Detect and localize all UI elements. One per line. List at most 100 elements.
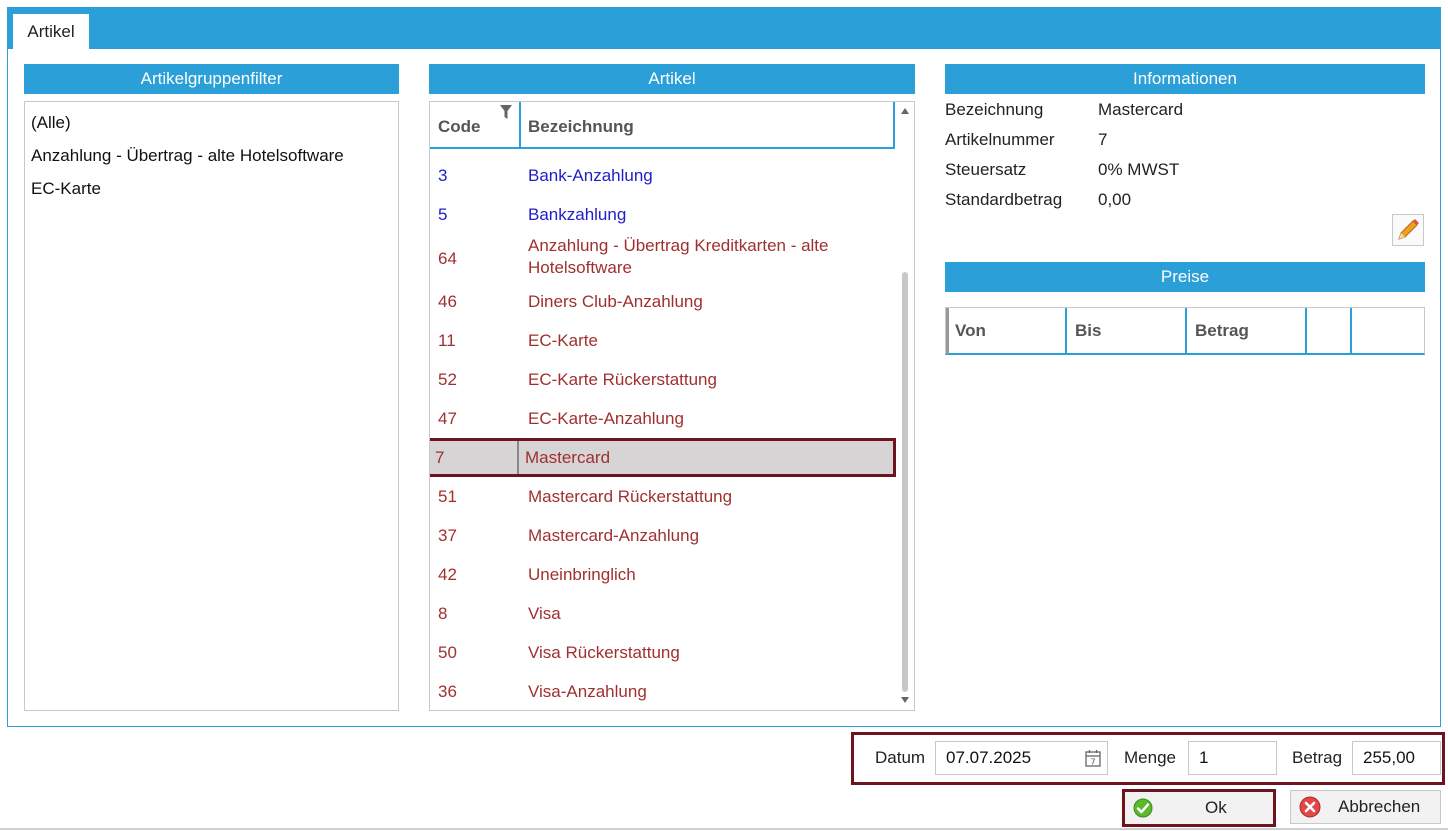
row-name: Bank-Anzahlung	[528, 166, 653, 185]
row-code: 50	[438, 643, 457, 662]
row-code: 37	[438, 526, 457, 545]
group-filter-list[interactable]: (Alle) Anzahlung - Übertrag - alte Hotel…	[24, 101, 399, 711]
row-name: Mastercard Rückerstattung	[528, 487, 733, 506]
info-value-steuersatz: 0% MWST	[1098, 160, 1180, 179]
table-row[interactable]: 52 EC-Karte Rückerstattung	[430, 360, 895, 399]
info-label-standardbetrag: Standardbetrag	[945, 190, 1063, 209]
menge-label: Menge	[1124, 748, 1176, 767]
booking-inputs: Datum 07.07.2025 7 Menge 1 Betrag 255,00	[851, 732, 1445, 785]
cancel-icon	[1299, 796, 1321, 818]
row-code: 64	[438, 249, 457, 268]
row-name: Uneinbringlich	[528, 565, 636, 584]
scroll-up-icon[interactable]	[901, 108, 909, 114]
column-header-betrag[interactable]: Betrag	[1195, 321, 1249, 341]
table-row[interactable]: 8 Visa	[430, 594, 895, 633]
table-row[interactable]: 11 EC-Karte	[430, 321, 895, 360]
prices-grid: Von Bis Betrag	[945, 307, 1425, 355]
column-header-bis[interactable]: Bis	[1075, 321, 1101, 341]
svg-text:7: 7	[1090, 758, 1095, 767]
datum-label: Datum	[875, 748, 926, 767]
column-separator	[1185, 308, 1187, 354]
row-code: 42	[438, 565, 457, 584]
cancel-button[interactable]: Abbrechen	[1290, 790, 1441, 824]
articles-scrollbar[interactable]	[896, 102, 914, 710]
divider	[0, 828, 1448, 830]
table-row[interactable]: 46 Diners Club-Anzahlung	[430, 282, 895, 321]
row-code: 47	[438, 409, 457, 428]
info-value-bezeichnung: Mastercard	[1098, 100, 1184, 119]
row-name: Visa-Anzahlung	[528, 682, 647, 701]
row-name: Anzahlung - Übertrag Kreditkarten - alte…	[528, 236, 829, 277]
pencil-icon	[1398, 219, 1419, 240]
table-row-selected[interactable]: 7 Mastercard	[430, 438, 896, 477]
scroll-down-icon[interactable]	[901, 697, 909, 703]
info-label-steuersatz: Steuersatz	[945, 160, 1027, 179]
betrag-label: Betrag	[1292, 748, 1343, 767]
row-indicator	[946, 308, 949, 354]
row-code: 36	[438, 682, 457, 701]
table-row[interactable]: 36 Visa-Anzahlung	[430, 672, 895, 710]
calendar-icon[interactable]: 7	[1085, 749, 1101, 767]
table-row[interactable]: 5 Bankzahlung	[430, 195, 895, 234]
info-label-bezeichnung: Bezeichnung	[945, 100, 1044, 119]
row-name: Mastercard	[525, 448, 611, 467]
row-name: EC-Karte	[528, 331, 598, 350]
prices-header: Preise	[945, 262, 1425, 292]
info-value-artikelnummer: 7	[1098, 130, 1108, 149]
filter-icon[interactable]	[500, 105, 512, 119]
column-header-von[interactable]: Von	[955, 321, 986, 341]
betrag-input[interactable]: 255,00	[1352, 741, 1441, 775]
datum-input[interactable]: 07.07.2025 7	[935, 741, 1108, 775]
row-name: Visa Rückerstattung	[528, 643, 680, 662]
row-code: 7	[435, 448, 445, 467]
row-code: 11	[438, 331, 456, 350]
row-name: Visa	[528, 604, 561, 623]
column-header-code[interactable]: Code	[438, 117, 481, 137]
column-separator	[519, 102, 521, 149]
row-name: Bankzahlung	[528, 205, 627, 224]
group-item-anzahlung[interactable]: Anzahlung - Übertrag - alte Hotelsoftwar…	[31, 146, 344, 166]
scroll-thumb[interactable]	[902, 272, 908, 692]
column-separator	[1350, 308, 1352, 354]
table-row[interactable]: 47 EC-Karte-Anzahlung	[430, 399, 895, 438]
tab-bar: Artikel	[8, 8, 1440, 49]
row-name: Mastercard-Anzahlung	[528, 526, 700, 545]
row-code: 51	[438, 487, 457, 506]
row-name: EC-Karte-Anzahlung	[528, 409, 684, 428]
column-header-bezeichnung[interactable]: Bezeichnung	[528, 117, 634, 137]
cancel-label: Abbrechen	[1338, 797, 1421, 816]
row-code: 8	[438, 604, 448, 623]
ok-label: Ok	[1205, 798, 1227, 817]
table-row[interactable]: 37 Mastercard-Anzahlung	[430, 516, 895, 555]
tab-artikel[interactable]: Artikel	[13, 14, 89, 49]
table-row[interactable]: 50 Visa Rückerstattung	[430, 633, 895, 672]
table-row[interactable]: 42 Uneinbringlich	[430, 555, 895, 594]
check-icon	[1133, 798, 1153, 818]
column-separator	[1065, 308, 1067, 354]
info-label-artikelnummer: Artikelnummer	[945, 130, 1055, 149]
column-separator	[1305, 308, 1307, 354]
table-row[interactable]: 51 Mastercard Rückerstattung	[430, 477, 895, 516]
articles-header: Artikel	[429, 64, 915, 94]
row-code: 52	[438, 370, 457, 389]
ok-button[interactable]: Ok	[1122, 789, 1276, 827]
row-code: 46	[438, 292, 457, 311]
betrag-value: 255,00	[1363, 748, 1415, 767]
group-filter-header: Artikelgruppenfilter	[24, 64, 399, 94]
datum-value: 07.07.2025	[946, 748, 1032, 767]
row-code: 3	[438, 166, 448, 185]
group-item-all[interactable]: (Alle)	[31, 113, 71, 133]
column-separator	[517, 441, 519, 474]
articles-grid-header: Code Bezeichnung	[430, 102, 895, 149]
column-separator	[893, 102, 895, 149]
group-item-ec-karte[interactable]: EC-Karte	[31, 179, 101, 199]
menge-input[interactable]: 1	[1188, 741, 1277, 775]
table-row[interactable]: 3 Bank-Anzahlung	[430, 156, 895, 195]
articles-grid: Code Bezeichnung 3 Bank-Anzahlung 5 Bankza…	[429, 101, 915, 711]
info-header: Informationen	[945, 64, 1425, 94]
edit-button[interactable]	[1392, 214, 1424, 246]
menge-value: 1	[1199, 748, 1209, 767]
table-row[interactable]: 64 Anzahlung - Übertrag Kreditkarten - al…	[430, 236, 895, 278]
row-name: Diners Club-Anzahlung	[528, 292, 703, 311]
row-name: EC-Karte Rückerstattung	[528, 370, 717, 389]
